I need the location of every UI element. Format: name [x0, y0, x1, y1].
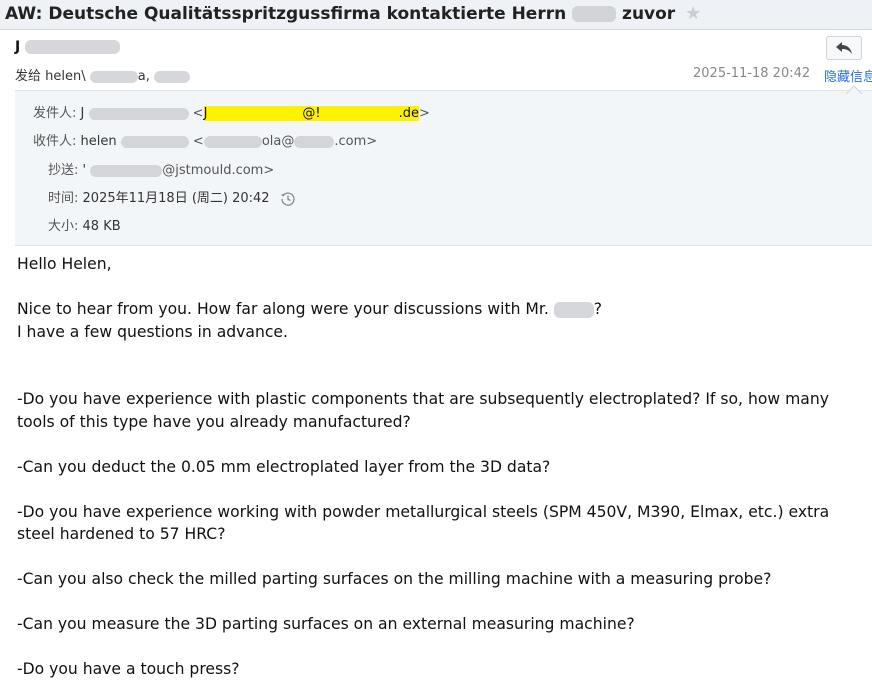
subject-suffix: zuvor — [622, 4, 676, 24]
email-date: 2025-11-18 20:42 — [693, 66, 811, 81]
body-line-1: Nice to hear from you. How far along wer… — [17, 300, 603, 318]
caret-up-icon[interactable] — [845, 85, 863, 95]
redacted-recipient-2 — [154, 70, 191, 83]
header-size-row: 大小: 48 KB — [48, 219, 121, 234]
question-5: -Can you measure the 3D parting surfaces… — [17, 615, 635, 633]
subject-prefix: AW: Deutsche Qualitätsspritzgussfirma ko… — [5, 4, 567, 24]
redacted-recipient — [89, 70, 138, 83]
to-email[interactable]: < ola@ .com> — [193, 134, 377, 149]
header-time-row: 时间: 2025年11月18日 (周二) 20:42 — [48, 187, 296, 207]
redacted-mr-name — [553, 301, 594, 318]
question-3: -Do you have experience working with pow… — [17, 502, 830, 544]
greeting: Hello Helen, — [17, 255, 112, 273]
reply-icon — [836, 42, 852, 54]
header-cc-row: 抄送: ' @jstmould.com> — [48, 163, 275, 178]
question-6: -Do you have a touch press? — [17, 660, 240, 678]
from-email[interactable]: <J @! .de> — [193, 106, 430, 121]
redacted-name — [572, 6, 617, 22]
question-2: -Can you deduct the 0.05 mm electroplate… — [17, 457, 551, 476]
redacted-to-name — [120, 135, 189, 148]
header-to-row: 收件人: helen < ola@ .com> — [33, 134, 378, 149]
redacted-sender — [25, 40, 121, 54]
question-1: -Do you have experience with plastic com… — [17, 390, 829, 431]
hide-details-link[interactable]: 隐藏信息 — [824, 66, 872, 85]
question-4: -Can you also check the milled parting s… — [17, 570, 772, 588]
sender-display-name: J — [15, 39, 121, 55]
email-body: Hello Helen, Nice to hear from you. How … — [17, 253, 857, 681]
redacted-cc — [90, 164, 163, 177]
clock-icon[interactable] — [280, 191, 296, 207]
star-icon[interactable]: ★ — [685, 3, 701, 24]
subject-bar: AW: Deutsche Qualitätsspritzgussfirma ko… — [0, 0, 872, 30]
recipients-summary[interactable]: 发给 helen\ a, — [15, 65, 191, 84]
redacted-from-name — [88, 107, 189, 120]
header-from-row: 发件人: J <J @! .de> — [33, 106, 430, 121]
reply-button[interactable] — [826, 36, 862, 60]
email-subject: AW: Deutsche Qualitätsspritzgussfirma ko… — [5, 3, 701, 24]
cc-email[interactable]: @jstmould.com> — [162, 163, 274, 178]
body-line-2: I have a few questions in advance. — [17, 322, 288, 341]
